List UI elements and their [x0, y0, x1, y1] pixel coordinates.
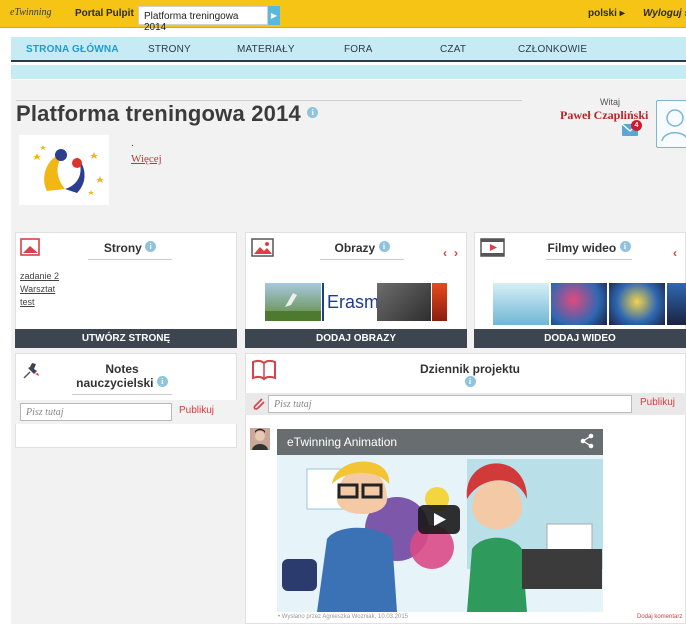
nav-czat[interactable]: CZAT	[440, 44, 466, 55]
erasmus-text: Erasm	[327, 292, 380, 312]
page-title: Platforma treningowa 2014 i	[16, 101, 319, 127]
nav-czlonkowie[interactable]: CZŁONKOWIE	[518, 44, 587, 55]
info-icon[interactable]: i	[307, 107, 319, 118]
dziennik-publish-button[interactable]: Publikuj	[640, 397, 675, 408]
page-link-zadanie[interactable]: zadanie 2	[20, 271, 59, 281]
obrazy-prev-icon[interactable]: ‹	[443, 246, 447, 260]
dziennik-title: Dziennik projektu i	[420, 362, 520, 395]
info-icon[interactable]: i	[619, 241, 631, 252]
language-arrow-icon: ▸	[619, 8, 625, 19]
play-button[interactable]	[418, 505, 460, 534]
notes-publish-button[interactable]: Publikuj	[179, 405, 214, 416]
create-page-button[interactable]: UTWÓRZ STRONĘ	[15, 329, 237, 348]
filmy-prev-icon[interactable]: ‹	[673, 246, 677, 260]
welcome-label: Witaj	[600, 97, 620, 107]
notes-title-text: Notes nauczycielski	[76, 362, 154, 390]
pages-icon	[20, 238, 42, 258]
post-author-avatar[interactable]	[250, 428, 270, 450]
image-thumb[interactable]	[432, 283, 447, 321]
strony-title: Strony i	[88, 241, 172, 260]
paperclip-icon[interactable]	[251, 396, 267, 412]
add-video-button[interactable]: DODAJ WIDEO	[474, 329, 686, 348]
page-link-warsztat[interactable]: Warsztat	[20, 284, 55, 294]
add-images-button[interactable]: DODAJ OBRAZY	[245, 329, 467, 348]
image-thumb[interactable]: Erasm	[322, 283, 380, 321]
info-icon[interactable]: i	[378, 241, 390, 252]
notes-title: Notes nauczycielski i	[72, 362, 172, 395]
logout-link[interactable]: Wyloguj si	[643, 8, 686, 19]
video-thumb[interactable]	[551, 283, 607, 325]
strony-title-text: Strony	[103, 241, 142, 255]
more-link[interactable]: Więcej	[131, 153, 162, 165]
book-icon	[251, 359, 277, 381]
filmy-title-text: Filmy wideo	[547, 241, 617, 255]
info-icon[interactable]: i	[464, 376, 476, 387]
dziennik-title-text: Dziennik projektu	[420, 362, 521, 376]
language-label: polski	[588, 8, 617, 19]
language-selector[interactable]: polski ▸	[588, 8, 625, 19]
info-icon[interactable]: i	[145, 241, 157, 252]
obrazy-title-text: Obrazy	[334, 241, 376, 255]
share-icon[interactable]	[579, 433, 595, 449]
description-dot: .	[131, 138, 134, 149]
avatar[interactable]	[656, 100, 686, 148]
video-thumb[interactable]	[667, 283, 686, 325]
image-thumb[interactable]	[265, 283, 321, 321]
project-emblem	[19, 135, 109, 205]
notes-input[interactable]: Pisz tutaj	[20, 403, 172, 421]
nav-strony[interactable]: STRONY	[148, 44, 191, 55]
video-title[interactable]: eTwinning Animation	[287, 435, 397, 449]
tab-platform[interactable]: Platforma treningowa 2014	[138, 6, 268, 33]
pushpin-icon	[20, 360, 42, 382]
info-icon[interactable]: i	[156, 376, 168, 387]
page-link-test[interactable]: test	[20, 297, 35, 307]
mail-count-badge: 4	[631, 120, 642, 131]
nav-strip	[11, 65, 686, 79]
logo-text: eTwinning	[10, 7, 52, 18]
image-thumb[interactable]	[377, 283, 431, 321]
add-comment-link[interactable]: Dodaj komentarz	[637, 614, 682, 620]
nav-fora[interactable]: FORA	[344, 44, 373, 55]
nav-materialy[interactable]: MATERIAŁY	[237, 44, 295, 55]
film-icon	[480, 238, 506, 258]
etwinning-logo[interactable]: eTwinning	[10, 7, 66, 23]
video-thumb[interactable]	[493, 283, 549, 325]
obrazy-title: Obrazy i	[320, 241, 404, 260]
video-thumb[interactable]	[609, 283, 665, 325]
page-title-text: Platforma treningowa 2014	[16, 101, 301, 126]
pulpit-link[interactable]: Pulpit	[106, 8, 134, 19]
filmy-title: Filmy wideo i	[546, 241, 632, 260]
image-icon	[251, 238, 275, 258]
nav-home[interactable]: STRONA GŁÓWNA	[26, 44, 119, 55]
post-meta: • Wysłano przez Agnieszka Wozniak, 10.03…	[278, 614, 409, 620]
obrazy-next-icon[interactable]: ›	[454, 246, 458, 260]
dziennik-input[interactable]: Pisz tutaj	[268, 395, 632, 413]
portal-link[interactable]: Portal	[75, 8, 103, 19]
tab-arrow-icon[interactable]: ▶	[268, 6, 280, 25]
